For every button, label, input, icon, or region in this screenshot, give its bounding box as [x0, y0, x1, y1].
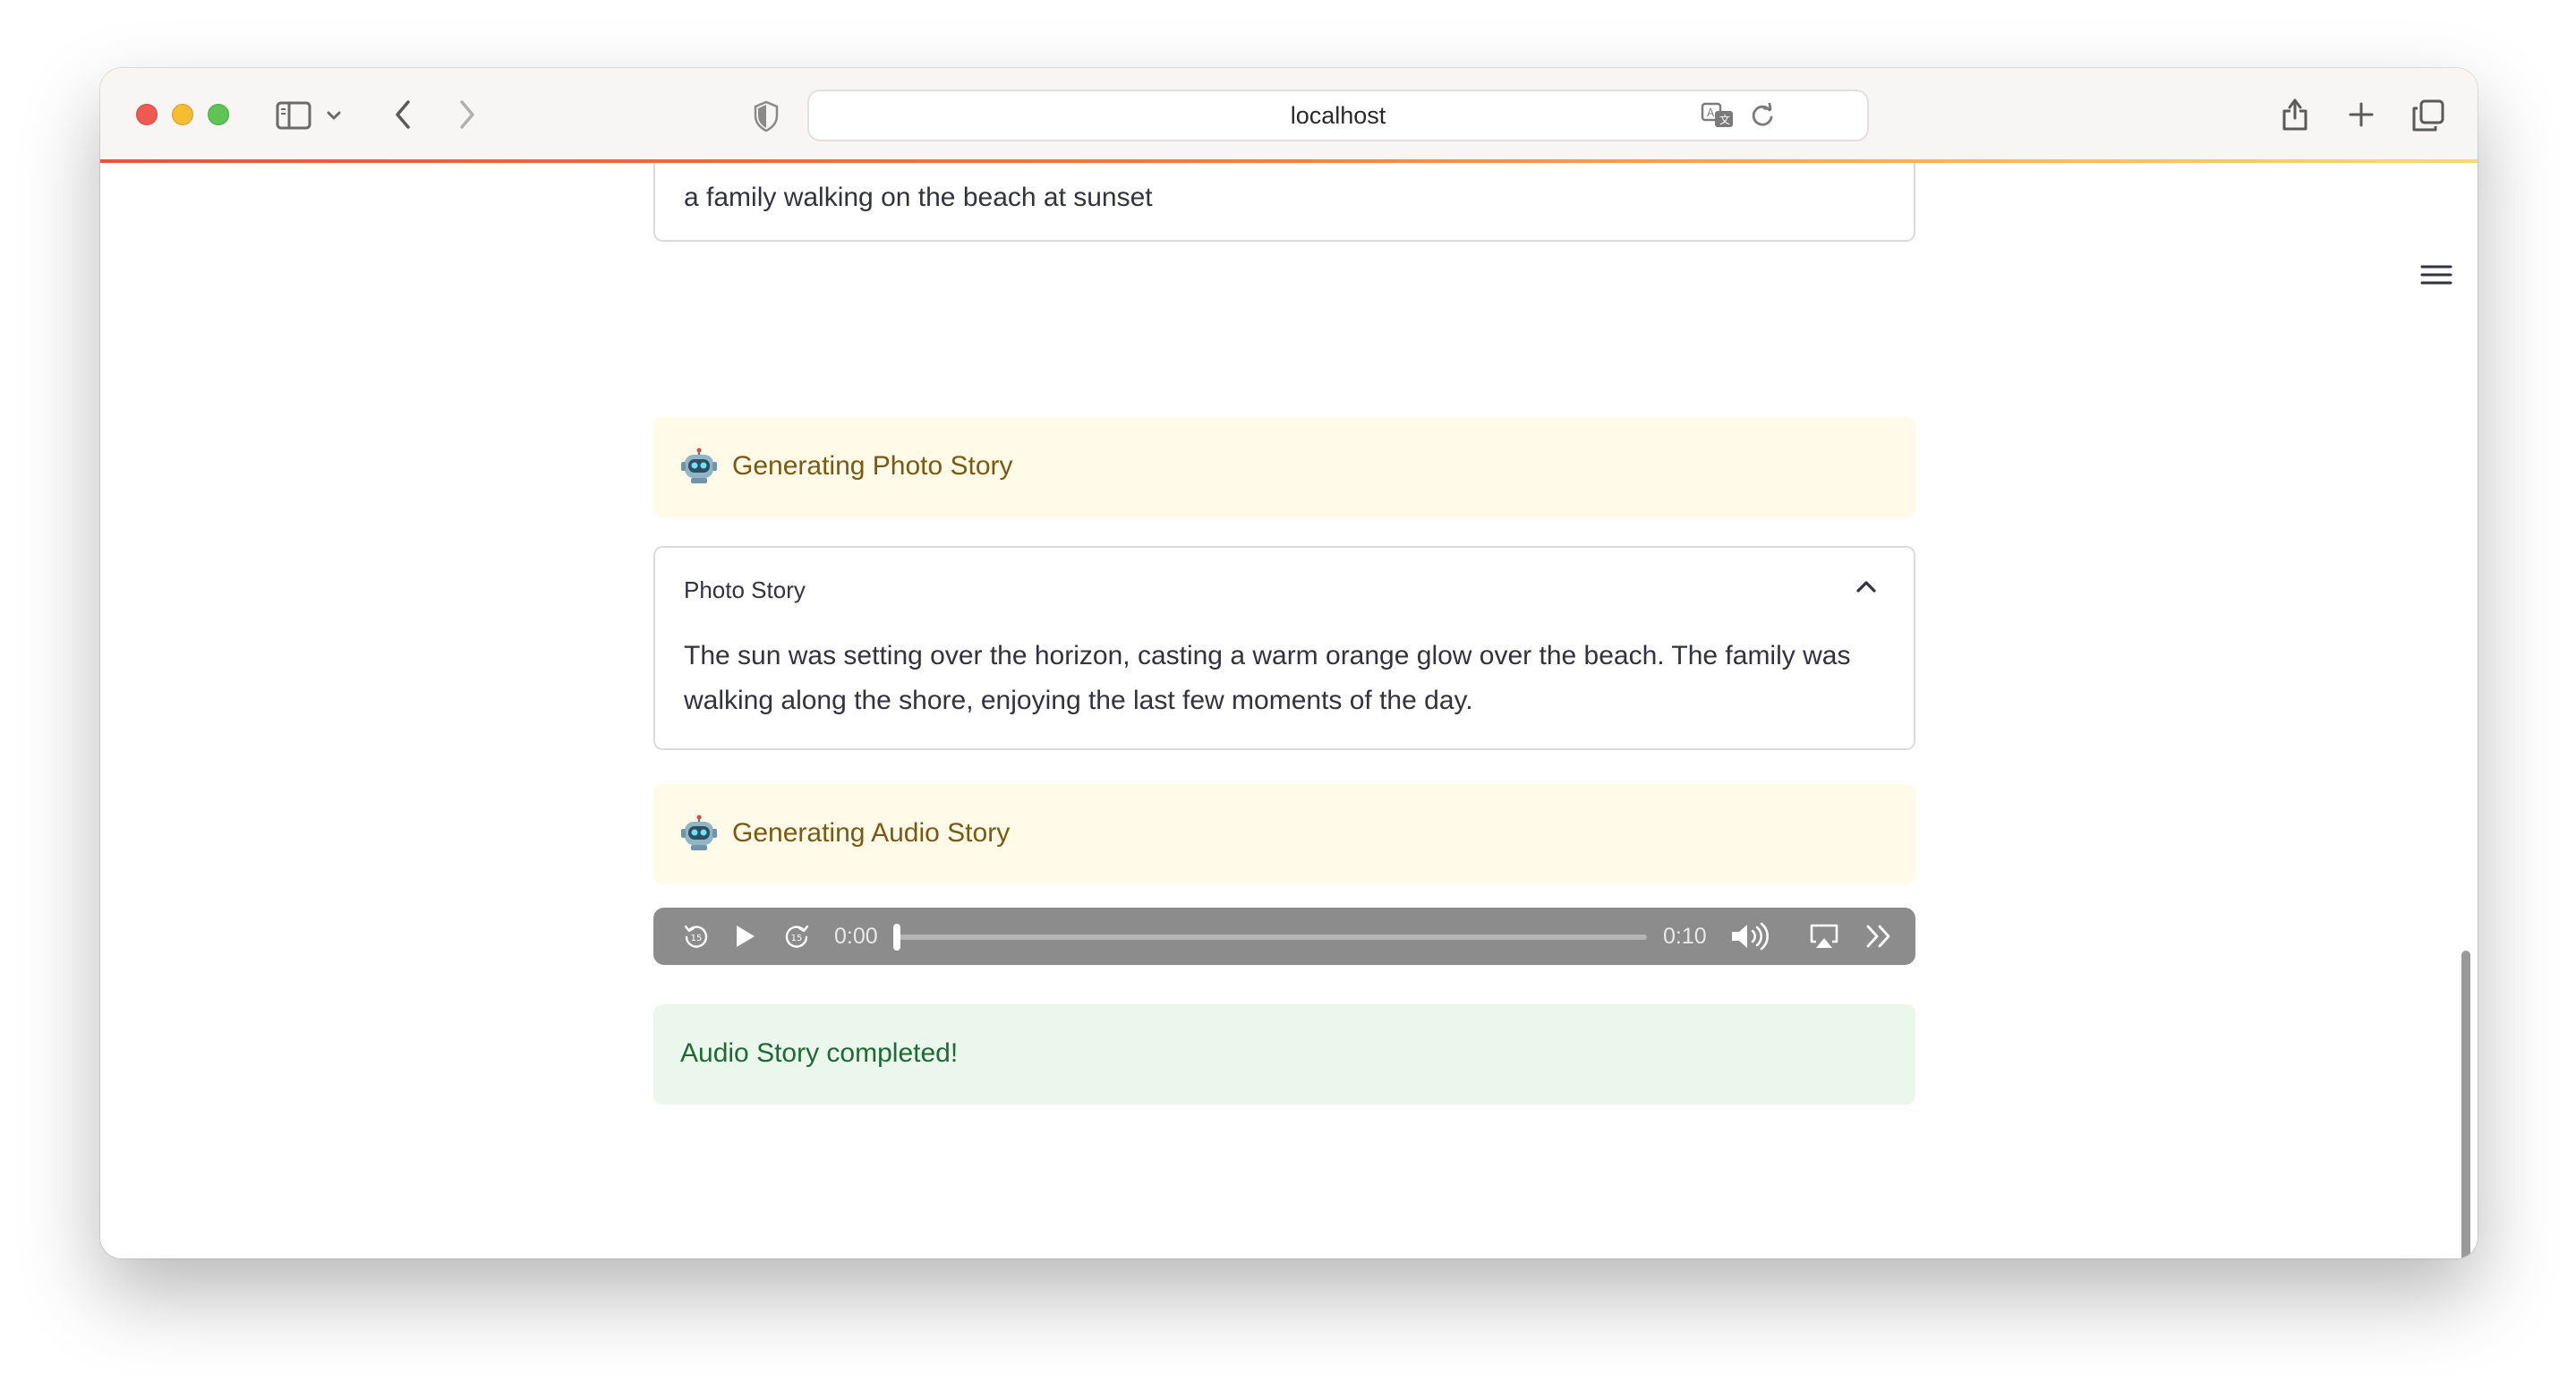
tab-overview-icon[interactable] — [2410, 97, 2447, 134]
skip-forward-icon[interactable]: 15 — [779, 908, 815, 965]
prompt-text: a family walking on the beach at sunset — [684, 183, 1153, 212]
forward-arrow-icon[interactable] — [449, 97, 485, 132]
privacy-shield-icon[interactable] — [748, 98, 784, 134]
status-photo-text: Generating Photo Story — [732, 451, 1013, 481]
reload-icon[interactable] — [1745, 98, 1779, 132]
svg-text:A: A — [1707, 107, 1715, 119]
prompt-display: a family walking on the beach at sunset — [653, 163, 1915, 242]
svg-text:文: 文 — [1719, 113, 1730, 126]
page-content: a family walking on the beach at sunset … — [100, 163, 2478, 1259]
sidebar-icon[interactable] — [274, 98, 313, 132]
success-alert: Audio Story completed! — [653, 1004, 1915, 1105]
browser-toolbar: localhost A 文 — [100, 68, 2478, 161]
current-time: 0:00 — [834, 924, 878, 949]
robot-icon — [680, 448, 718, 485]
address-bar[interactable]: localhost A 文 — [807, 90, 1869, 141]
chevron-down-icon[interactable] — [324, 104, 344, 127]
fast-forward-icon[interactable] — [1860, 908, 1899, 965]
status-audio-story: Generating Audio Story — [653, 784, 1915, 884]
plus-icon[interactable] — [2343, 97, 2379, 132]
expander-title[interactable]: Photo Story — [684, 576, 806, 604]
hamburger-menu-icon[interactable] — [2418, 261, 2454, 293]
scrollbar-thumb[interactable] — [2461, 951, 2470, 1259]
translate-icon[interactable]: A 文 — [1699, 97, 1736, 134]
play-icon[interactable] — [727, 908, 763, 965]
robot-icon — [680, 815, 718, 852]
chevron-up-icon[interactable] — [1855, 578, 1878, 599]
status-audio-text: Generating Audio Story — [732, 818, 1011, 848]
seek-track[interactable] — [897, 934, 1647, 940]
zoom-window-button[interactable] — [208, 104, 229, 125]
duration: 0:10 — [1663, 924, 1707, 949]
status-photo-story: Generating Photo Story — [653, 417, 1915, 517]
back-arrow-icon[interactable] — [385, 97, 421, 132]
minimize-window-button[interactable] — [172, 104, 193, 125]
skip-back-seconds: 15 — [691, 934, 703, 943]
skip-back-icon[interactable]: 15 — [678, 908, 714, 965]
skip-forward-seconds: 15 — [791, 934, 803, 943]
success-text: Audio Story completed! — [680, 1038, 959, 1068]
audio-player: 15 15 0:00 0:10 — [653, 908, 1915, 965]
seek-handle[interactable] — [893, 924, 900, 951]
photo-story-expander: Photo Story The sun was setting over the… — [653, 546, 1915, 750]
photo-story-text: The sun was setting over the horizon, ca… — [684, 641, 1851, 715]
airplay-icon[interactable] — [1804, 908, 1844, 965]
browser-window: localhost A 文 a family walking on the be… — [100, 68, 2478, 1259]
share-icon[interactable] — [2275, 93, 2315, 134]
close-window-button[interactable] — [136, 104, 158, 125]
volume-icon[interactable] — [1727, 908, 1772, 965]
